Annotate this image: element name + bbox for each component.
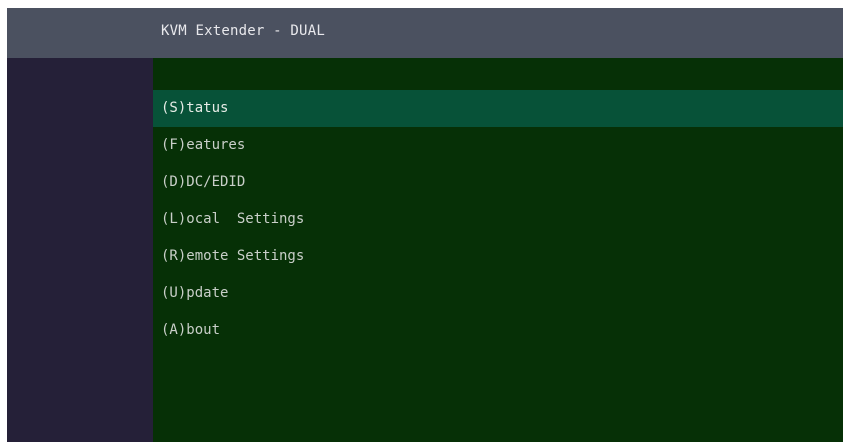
- menu-item-update[interactable]: (U)pdate: [153, 275, 843, 312]
- left-sidebar: [7, 58, 153, 442]
- main-menu: (S)tatus (F)eatures (D)DC/EDID (L)ocal S…: [153, 90, 843, 349]
- kvm-osd-screen: KVM Extender - DUAL (S)tatus (F)eatures …: [7, 8, 843, 442]
- menu-item-about[interactable]: (A)bout: [153, 312, 843, 349]
- menu-item-status[interactable]: (S)tatus: [153, 90, 843, 127]
- window-title: KVM Extender - DUAL: [161, 23, 325, 39]
- menu-item-remote-settings[interactable]: (R)emote Settings: [153, 238, 843, 275]
- menu-item-local-settings[interactable]: (L)ocal Settings: [153, 201, 843, 238]
- title-bar: KVM Extender - DUAL: [7, 8, 843, 58]
- main-menu-panel: (S)tatus (F)eatures (D)DC/EDID (L)ocal S…: [153, 58, 843, 442]
- menu-item-ddc-edid[interactable]: (D)DC/EDID: [153, 164, 843, 201]
- menu-item-features[interactable]: (F)eatures: [153, 127, 843, 164]
